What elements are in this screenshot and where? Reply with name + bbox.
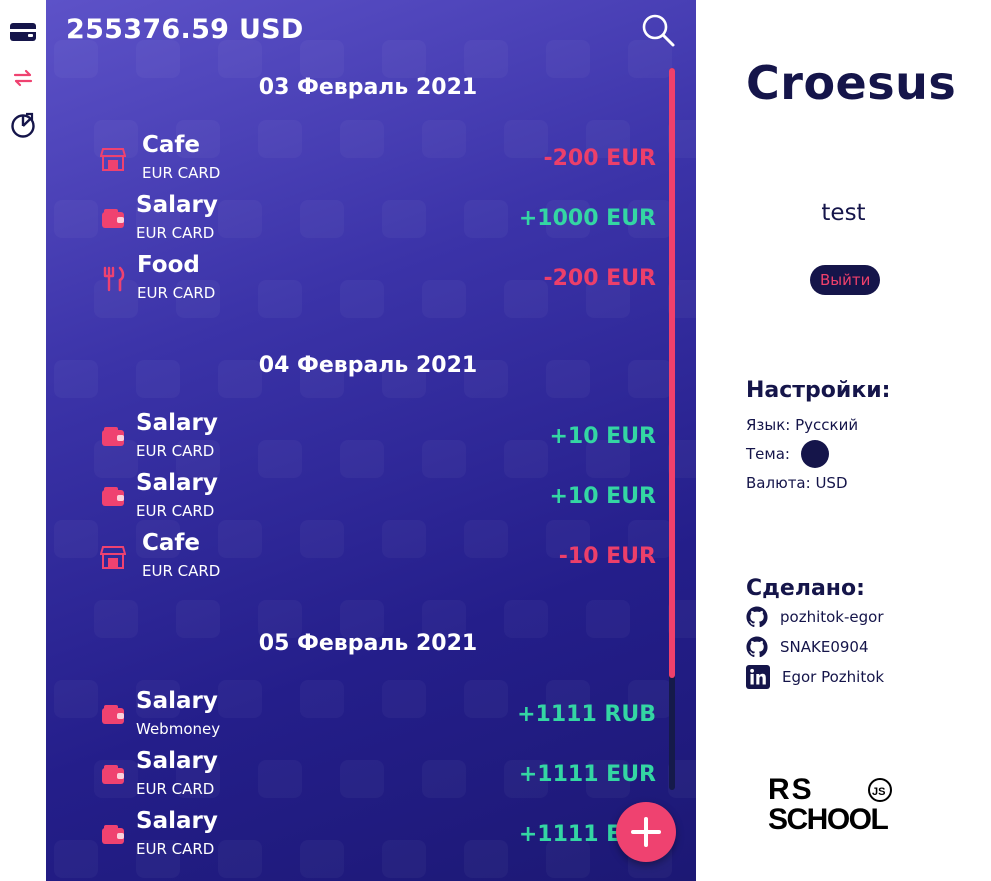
app-root: 255376.59 USD 03 Февраль 2021 Cafe EUR C… (0, 0, 991, 881)
wallet-icon (102, 427, 124, 446)
language-setting[interactable]: Язык: Русский (746, 416, 858, 434)
logo-line2: SCHOOL (768, 803, 889, 834)
transaction-row[interactable]: Cafe EUR CARD -200 EUR (96, 132, 656, 188)
search-button[interactable] (640, 12, 678, 50)
github-icon (746, 606, 768, 628)
transaction-account: EUR CARD (136, 224, 215, 242)
date-header: 04 Февраль 2021 (258, 353, 478, 378)
transaction-row[interactable]: Cafe EUR CARD -10 EUR (96, 530, 656, 586)
transaction-account: EUR CARD (136, 780, 215, 798)
transaction-row[interactable]: Salary EUR CARD +1111 EUR (96, 748, 656, 804)
background-wallet-shape (136, 40, 180, 78)
credit-label: SNAKE0904 (780, 638, 869, 656)
background-wallet-shape (546, 40, 590, 78)
background-wallet-shape (300, 40, 344, 78)
nav-transactions-button[interactable] (8, 63, 38, 93)
transaction-amount: +1111 RUB (517, 702, 656, 727)
credit-link-github[interactable]: SNAKE0904 (746, 635, 869, 659)
transaction-row[interactable]: Food EUR CARD -200 EUR (96, 252, 656, 308)
transaction-account: Webmoney (136, 720, 221, 738)
credits-heading: Сделано: (746, 576, 865, 601)
transaction-amount: +1111 EUR (518, 762, 656, 787)
background-wallet-shape (54, 680, 98, 718)
background-wallet-shape (54, 520, 98, 558)
credit-label: pozhitok-egor (780, 608, 884, 626)
transaction-account: EUR CARD (136, 502, 215, 520)
transaction-category: Salary (136, 410, 218, 436)
theme-label: Тема: (746, 445, 790, 463)
wallet-icon (102, 705, 124, 724)
transaction-row[interactable]: Salary EUR CARD +1111 EUR (96, 808, 656, 864)
transaction-row[interactable]: Salary EUR CARD +10 EUR (96, 470, 656, 526)
transaction-row[interactable]: Salary EUR CARD +10 EUR (96, 410, 656, 466)
transaction-category: Salary (136, 192, 218, 218)
total-balance: 255376.59 USD (66, 14, 304, 45)
linkedin-icon (746, 665, 770, 689)
transaction-account: EUR CARD (142, 562, 221, 580)
transaction-category: Cafe (142, 132, 201, 158)
credit-label: Egor Pozhitok (782, 668, 885, 686)
transaction-account: EUR CARD (136, 442, 215, 460)
transaction-category: Salary (136, 688, 218, 714)
transaction-category: Salary (136, 748, 218, 774)
transaction-amount: -200 EUR (543, 266, 656, 291)
transaction-amount: +10 EUR (549, 484, 656, 509)
transaction-row[interactable]: Salary EUR CARD +1000 EUR (96, 192, 656, 248)
date-header: 05 Февраль 2021 (258, 631, 478, 656)
scrollbar-thumb[interactable] (669, 68, 675, 678)
transaction-account: EUR CARD (142, 164, 221, 182)
transaction-category: Salary (136, 470, 218, 496)
wallet-icon (102, 765, 124, 784)
card-icon (10, 23, 36, 41)
fork-knife-icon (103, 266, 125, 292)
github-icon (746, 636, 768, 658)
theme-toggle[interactable] (801, 440, 829, 468)
pie-chart-icon (11, 112, 35, 138)
credit-link-github[interactable]: pozhitok-egor (746, 605, 884, 629)
logo-badge: JS (872, 786, 885, 798)
transaction-row[interactable]: Salary Webmoney +1111 RUB (96, 688, 656, 744)
username: test (821, 200, 866, 226)
wallet-icon (102, 487, 124, 506)
transaction-account: EUR CARD (137, 284, 216, 302)
background-wallet-shape (218, 40, 262, 78)
transaction-amount: -200 EUR (543, 146, 656, 171)
nav-statistics-button[interactable] (8, 110, 38, 140)
logo-line1: RS (768, 773, 814, 806)
transaction-amount: +10 EUR (549, 424, 656, 449)
logout-button[interactable]: Выйти (810, 265, 881, 295)
background-wallet-shape (54, 840, 98, 878)
transaction-category: Cafe (142, 530, 201, 556)
transaction-account: EUR CARD (136, 840, 215, 858)
search-icon (642, 14, 675, 47)
wallet-icon (102, 209, 124, 228)
background-wallet-shape (54, 200, 98, 238)
add-transaction-button[interactable] (616, 802, 676, 862)
background-wallet-shape (464, 40, 508, 78)
transaction-amount: +1000 EUR (518, 206, 656, 231)
background-wallet-shape (54, 40, 98, 78)
app-logo: Croesus (746, 56, 957, 110)
transactions-panel: 255376.59 USD 03 Февраль 2021 Cafe EUR C… (46, 0, 696, 881)
nav-accounts-button[interactable] (8, 17, 38, 47)
settings-heading: Настройки: (746, 378, 891, 403)
cafe-icon (100, 148, 126, 171)
date-header: 03 Февраль 2021 (258, 75, 478, 100)
nav-rail (0, 0, 46, 881)
wallet-icon (102, 825, 124, 844)
transfer-arrows-icon (13, 69, 33, 87)
background-wallet-shape (382, 40, 426, 78)
transaction-category: Salary (136, 808, 218, 834)
rs-school-logo[interactable]: RS SCHOOL JS (768, 772, 920, 834)
credit-link-linkedin[interactable]: Egor Pozhitok (746, 665, 884, 689)
profile-panel: Croesus test Выйти Настройки: Язык: Русс… (696, 0, 991, 881)
currency-setting[interactable]: Валюта: USD (746, 474, 848, 492)
transaction-amount: -10 EUR (558, 544, 656, 569)
transaction-category: Food (137, 252, 200, 278)
cafe-icon (100, 546, 126, 569)
